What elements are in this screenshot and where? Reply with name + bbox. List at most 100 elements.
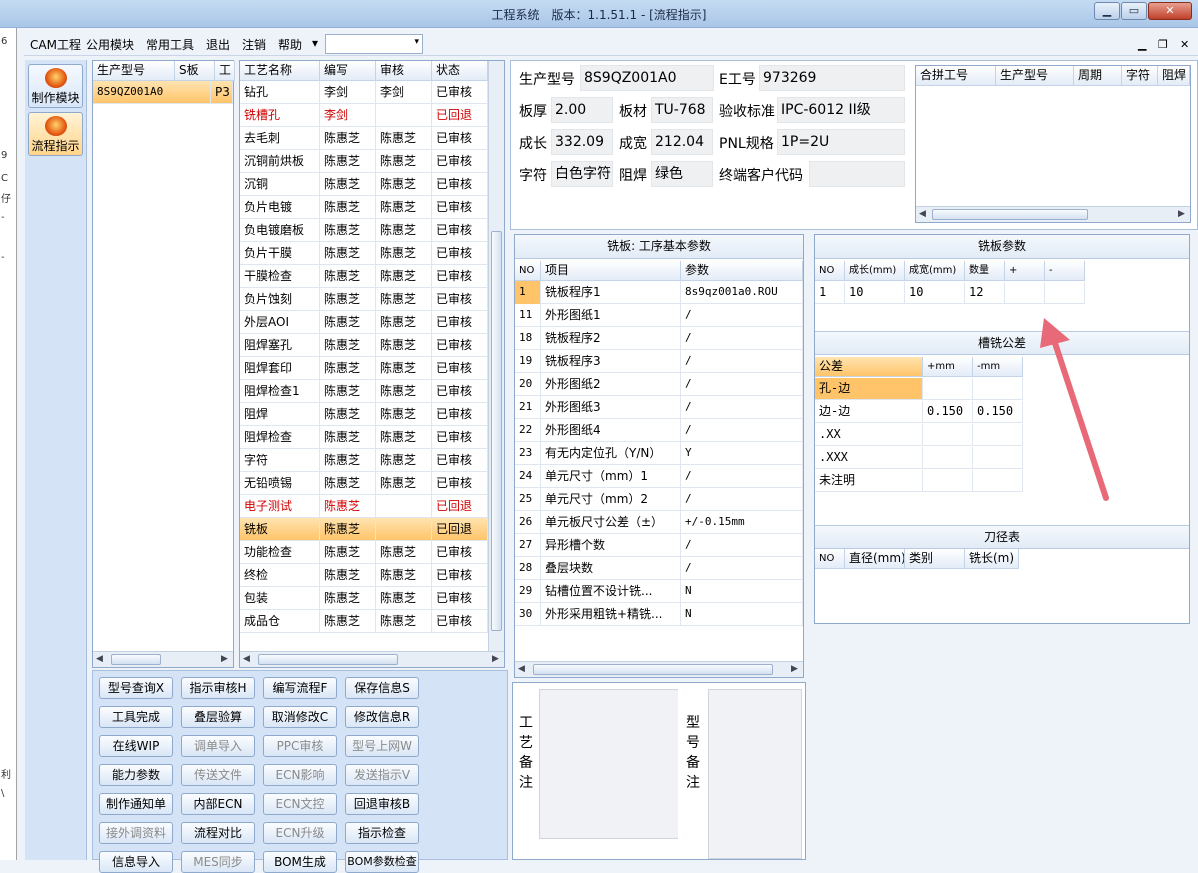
col-header-no[interactable]: NO bbox=[515, 261, 541, 281]
cell[interactable] bbox=[973, 424, 1023, 446]
cell[interactable]: 0.150 bbox=[973, 401, 1023, 423]
action-button[interactable]: 保存信息S bbox=[345, 677, 419, 699]
action-button[interactable]: BOM生成 bbox=[263, 851, 337, 873]
cell[interactable]: 边-边 bbox=[815, 401, 923, 423]
mdi-restore-button[interactable]: ❐ bbox=[1158, 38, 1168, 51]
table-row[interactable]: 30 外形采用粗铣+精铣... N bbox=[515, 603, 803, 626]
col-header[interactable]: + bbox=[1005, 261, 1045, 281]
col-header[interactable]: - bbox=[1045, 261, 1085, 281]
product-field[interactable]: 8S9QZ001A0 bbox=[580, 65, 714, 91]
menu-tools[interactable]: 常用工具 bbox=[146, 36, 194, 53]
col-header[interactable]: 数量 bbox=[965, 261, 1005, 281]
h-scrollbar[interactable]: ◀ ▶ bbox=[240, 651, 504, 667]
nav-make-module[interactable]: 制作模块 bbox=[28, 64, 83, 108]
action-button[interactable]: 型号查询X bbox=[99, 677, 173, 699]
col-header-status[interactable]: 状态 bbox=[432, 61, 488, 81]
cell[interactable]: 0.150 bbox=[923, 401, 973, 423]
mdi-close-button[interactable]: ✕ bbox=[1180, 38, 1189, 51]
table-row[interactable]: 去毛刺 陈惠芝 陈惠芝 已审核 bbox=[240, 127, 488, 150]
col-header-item[interactable]: 项目 bbox=[541, 261, 681, 281]
table-row[interactable]: 成品仓 陈惠芝 陈惠芝 已审核 bbox=[240, 610, 488, 633]
table-row[interactable]: 沉铜 陈惠芝 陈惠芝 已审核 bbox=[240, 173, 488, 196]
action-button[interactable]: 叠层验算 bbox=[181, 706, 255, 728]
table-row[interactable]: 外层AOI 陈惠芝 陈惠芝 已审核 bbox=[240, 311, 488, 334]
action-button[interactable]: 接外调资料 bbox=[99, 822, 173, 844]
table-row[interactable]: 终检 陈惠芝 陈惠芝 已审核 bbox=[240, 564, 488, 587]
col-header[interactable]: 直径(mm) bbox=[845, 549, 905, 569]
action-button[interactable]: 修改信息R bbox=[345, 706, 419, 728]
col-header[interactable]: 类别 bbox=[905, 549, 965, 569]
char-field[interactable]: 白色字符 bbox=[551, 161, 613, 187]
table-row[interactable]: 26 单元板尺寸公差（±） +/-0.15mm bbox=[515, 511, 803, 534]
table-row[interactable]: 负片干膜 陈惠芝 陈惠芝 已审核 bbox=[240, 242, 488, 265]
action-button[interactable]: 信息导入 bbox=[99, 851, 173, 873]
action-button[interactable]: ECN升级 bbox=[263, 822, 337, 844]
action-button[interactable]: 取消修改C bbox=[263, 706, 337, 728]
material-field[interactable]: TU-768 bbox=[651, 97, 713, 123]
table-row[interactable]: 阻焊塞孔 陈惠芝 陈惠芝 已审核 bbox=[240, 334, 488, 357]
model-remarks-textarea[interactable] bbox=[708, 689, 802, 859]
table-row[interactable]: 功能检查 陈惠芝 陈惠芝 已审核 bbox=[240, 541, 488, 564]
action-button[interactable]: 指示审核H bbox=[181, 677, 255, 699]
close-button[interactable]: ✕ bbox=[1148, 2, 1192, 20]
table-row[interactable]: 钻孔 李剑 李剑 已审核 bbox=[240, 81, 488, 104]
col-header[interactable]: +mm bbox=[923, 357, 973, 377]
table-row[interactable]: 字符 陈惠芝 陈惠芝 已审核 bbox=[240, 449, 488, 472]
action-button[interactable]: 流程对比 bbox=[181, 822, 255, 844]
table-row[interactable]: 25 单元尺寸（mm）2/ bbox=[515, 488, 803, 511]
width-field[interactable]: 212.04 bbox=[651, 129, 713, 155]
table-row[interactable]: 22 外形图纸4/ bbox=[515, 419, 803, 442]
col-header-more[interactable]: 工 bbox=[215, 61, 235, 81]
action-button[interactable]: 传送文件 bbox=[181, 764, 255, 786]
action-button[interactable]: PPC审核 bbox=[263, 735, 337, 757]
standard-field[interactable]: IPC-6012 II级 bbox=[777, 97, 905, 123]
menu-help[interactable]: 帮助 bbox=[278, 36, 302, 53]
table-row[interactable]: 1 铣板程序1 8s9qz001a0.ROU bbox=[515, 281, 803, 304]
col-header-s-board[interactable]: S板 bbox=[175, 61, 215, 81]
table-row[interactable]: 19 铣板程序3/ bbox=[515, 350, 803, 373]
table-row[interactable]: 负片蚀刻 陈惠芝 陈惠芝 已审核 bbox=[240, 288, 488, 311]
minimize-button[interactable]: ▁ bbox=[1094, 2, 1120, 20]
table-row[interactable]: 阻焊检查 陈惠芝 陈惠芝 已审核 bbox=[240, 426, 488, 449]
action-button[interactable]: 指示检查 bbox=[345, 822, 419, 844]
table-row[interactable]: 8S9QZ001A0 P3 bbox=[93, 81, 233, 104]
action-button[interactable]: 编写流程F bbox=[263, 677, 337, 699]
cell[interactable] bbox=[923, 378, 973, 400]
table-row[interactable]: 27 异形槽个数 / bbox=[515, 534, 803, 557]
toolbar-combo[interactable]: ▾ bbox=[325, 34, 423, 54]
h-scrollbar[interactable]: ◀ ▶ bbox=[93, 651, 233, 667]
table-row[interactable]: 沉铜前烘板 陈惠芝 陈惠芝 已审核 bbox=[240, 150, 488, 173]
cell[interactable] bbox=[923, 470, 973, 492]
col-header[interactable]: NO bbox=[815, 549, 845, 569]
col-header-period[interactable]: 周期 bbox=[1074, 66, 1122, 86]
cell[interactable]: 孔-边 bbox=[815, 378, 923, 400]
action-button[interactable]: 在线WIP bbox=[99, 735, 173, 757]
table-row[interactable]: 11 外形图纸1/ bbox=[515, 304, 803, 327]
cell[interactable]: 10 bbox=[905, 282, 965, 304]
table-row[interactable]: 21 外形图纸3/ bbox=[515, 396, 803, 419]
menu-logout[interactable]: 注销 bbox=[242, 36, 266, 53]
scroll-thumb[interactable] bbox=[258, 654, 398, 665]
col-header[interactable]: 成宽(mm) bbox=[905, 261, 965, 281]
table-row[interactable]: 阻焊套印 陈惠芝 陈惠芝 已审核 bbox=[240, 357, 488, 380]
table-row[interactable]: 铣槽孔 李剑 已回退 bbox=[240, 104, 488, 127]
table-row[interactable]: 28 叠层块数 / bbox=[515, 557, 803, 580]
col-header-product[interactable]: 生产型号 bbox=[996, 66, 1074, 86]
cell[interactable]: 12 bbox=[965, 282, 1005, 304]
cell[interactable] bbox=[973, 447, 1023, 469]
cell[interactable] bbox=[973, 378, 1023, 400]
col-header[interactable]: NO bbox=[815, 261, 845, 281]
mdi-minimize-button[interactable]: ▁ bbox=[1138, 38, 1146, 51]
action-button[interactable]: 能力参数 bbox=[99, 764, 173, 786]
table-row[interactable]: 包装 陈惠芝 陈惠芝 已审核 bbox=[240, 587, 488, 610]
table-row[interactable]: 23 有无内定位孔（Y/N） Y bbox=[515, 442, 803, 465]
table-row[interactable]: 无铅喷锡 陈惠芝 陈惠芝 已审核 bbox=[240, 472, 488, 495]
cell[interactable] bbox=[1045, 282, 1085, 304]
h-scrollbar[interactable]: ◀ ▶ bbox=[916, 206, 1190, 222]
action-button[interactable]: 制作通知单 bbox=[99, 793, 173, 815]
table-row[interactable]: 负电镀磨板 陈惠芝 陈惠芝 已审核 bbox=[240, 219, 488, 242]
menu-cam[interactable]: CAM工程 bbox=[30, 36, 81, 53]
col-header-process[interactable]: 工艺名称 bbox=[240, 61, 320, 81]
maximize-button[interactable]: ▭ bbox=[1121, 2, 1147, 20]
action-button[interactable]: ECN影响 bbox=[263, 764, 337, 786]
